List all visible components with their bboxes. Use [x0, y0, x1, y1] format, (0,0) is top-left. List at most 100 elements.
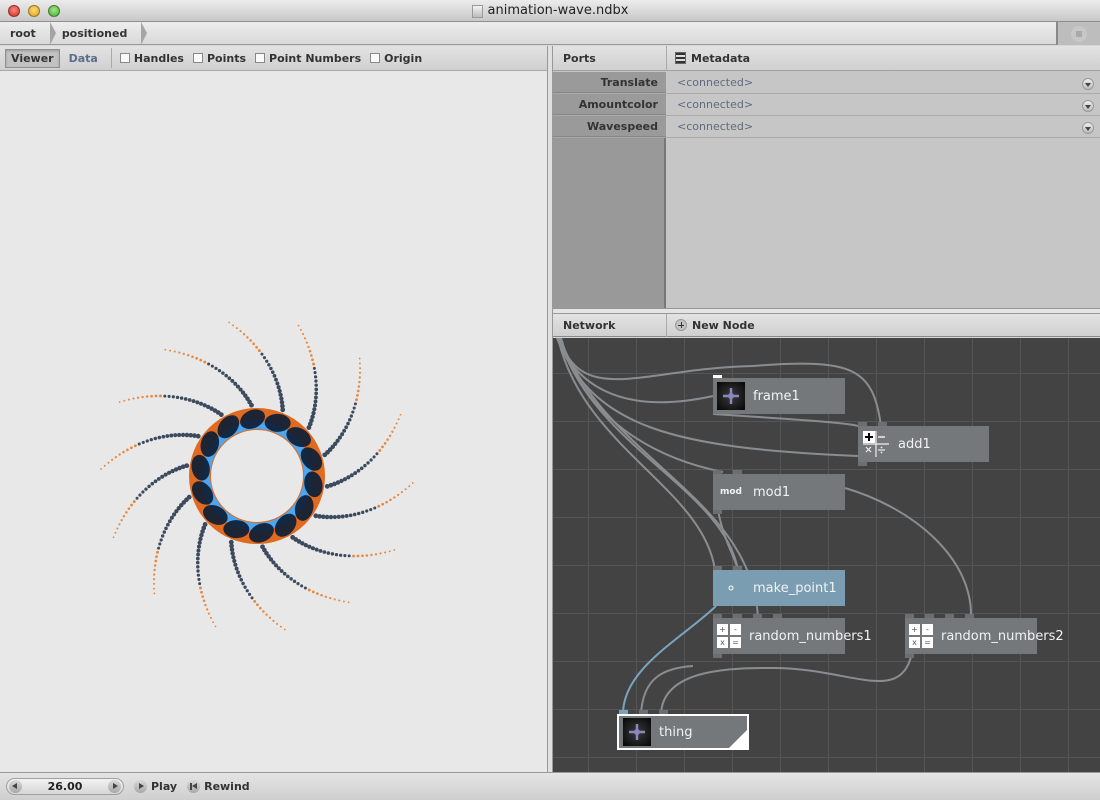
handles-checkbox[interactable]: Handles — [119, 52, 184, 65]
frame-value[interactable]: 26.00 — [48, 780, 83, 793]
port-handle[interactable] — [733, 614, 742, 618]
tail-dot — [210, 364, 214, 368]
node-thing[interactable]: thing — [617, 710, 749, 750]
port-handle[interactable] — [713, 614, 722, 618]
tail-dot — [120, 519, 123, 522]
points-checkbox[interactable]: Points — [192, 52, 246, 65]
tail-dot — [252, 342, 255, 346]
port-handle[interactable] — [713, 566, 722, 570]
tail-dot — [289, 577, 293, 581]
port-handle[interactable] — [965, 614, 974, 618]
port-value-amountcolor[interactable]: <connected> — [666, 94, 1100, 115]
stop-button[interactable] — [1056, 22, 1100, 45]
tail-dot — [275, 381, 280, 386]
port-handle[interactable] — [878, 422, 887, 426]
increment-frame-button[interactable] — [107, 780, 121, 793]
tail-dot — [286, 574, 290, 579]
connection-wire — [557, 338, 716, 571]
network-pane: Network New Node frame1 add1 mod mod1 ma… — [553, 313, 1100, 772]
port-menu-icon[interactable] — [1082, 100, 1094, 112]
port-handle[interactable] — [659, 710, 668, 714]
tail-dot — [118, 401, 121, 403]
tail-dot — [310, 354, 313, 357]
tail-dot — [267, 363, 271, 367]
tail-dot — [156, 550, 159, 554]
port-menu-icon[interactable] — [1082, 122, 1094, 134]
port-handle[interactable] — [925, 614, 934, 618]
ports-tab[interactable]: Ports — [553, 45, 667, 71]
network-tab[interactable]: Network — [553, 313, 667, 337]
tail-dot — [378, 448, 382, 452]
node-frame1[interactable]: frame1 — [713, 375, 845, 414]
close-button[interactable] — [8, 5, 20, 17]
ports-pane: Ports Metadata Translate <connected> Amo… — [553, 45, 1100, 308]
port-handle[interactable] — [713, 470, 722, 474]
connection-wire — [622, 605, 717, 715]
node-mod1[interactable]: mod mod1 — [713, 470, 845, 514]
port-handle[interactable] — [753, 614, 762, 618]
tail-dot — [270, 370, 275, 374]
point-numbers-checkbox[interactable]: Point Numbers — [255, 52, 361, 65]
random-icon: + - x = — [717, 624, 741, 648]
ports-toolbar: Ports Metadata — [553, 45, 1100, 71]
port-menu-icon[interactable] — [1082, 78, 1094, 90]
port-handle[interactable] — [858, 422, 867, 426]
tail-dot — [312, 362, 315, 366]
port-handle[interactable] — [733, 566, 742, 570]
tail-dot — [320, 593, 323, 597]
tail-dot — [206, 608, 209, 611]
node-random-numbers1[interactable]: + - x = random_numbers1 — [713, 614, 872, 658]
origin-checkbox[interactable]: Origin — [370, 52, 422, 65]
output-port[interactable] — [713, 654, 722, 658]
viewer-canvas[interactable] — [0, 72, 547, 772]
breadcrumb: root positioned — [0, 21, 1100, 45]
port-handle[interactable] — [773, 614, 782, 618]
output-port[interactable] — [713, 510, 722, 514]
port-handle[interactable] — [619, 710, 628, 714]
port-handle[interactable] — [905, 614, 914, 618]
rewind-button[interactable]: Rewind — [187, 780, 250, 793]
node-random-numbers2[interactable]: + - x = random_numbers2 — [905, 614, 1064, 658]
tail-dot — [114, 531, 117, 534]
connection-wire — [660, 647, 914, 715]
port-handle[interactable] — [733, 470, 742, 474]
tail-dot — [388, 434, 392, 437]
port-value-wavespeed[interactable]: <connected> — [666, 116, 1100, 137]
node-make-point1[interactable]: make_point1 — [713, 566, 845, 606]
output-port[interactable] — [905, 654, 914, 658]
metadata-button[interactable]: Metadata — [667, 52, 750, 65]
tail-dot — [399, 413, 402, 416]
tail-dot — [155, 555, 158, 559]
tail-dot — [162, 530, 167, 534]
checkbox-label: Point Numbers — [269, 51, 362, 65]
tail-dot — [123, 399, 126, 402]
tail-dot — [169, 515, 174, 520]
frame-stepper[interactable]: 26.00 — [6, 778, 124, 795]
tail-dot — [133, 444, 137, 448]
tail-dot — [157, 546, 161, 550]
tail-dot — [292, 579, 297, 584]
new-node-button[interactable]: New Node — [667, 319, 755, 332]
decrement-frame-button[interactable] — [9, 780, 22, 793]
tail-dot — [201, 595, 204, 598]
port-handle[interactable] — [713, 375, 722, 378]
node-label: add1 — [898, 436, 931, 452]
minimize-button[interactable] — [28, 5, 40, 17]
output-port[interactable] — [858, 462, 867, 466]
node-add1[interactable]: add1 — [858, 422, 989, 466]
zoom-button[interactable] — [48, 5, 60, 17]
play-button[interactable]: Play — [134, 780, 177, 793]
tail-dot — [276, 566, 281, 571]
tab-viewer[interactable]: Viewer — [5, 48, 60, 68]
tail-dot — [130, 503, 133, 507]
tail-dot — [141, 395, 144, 399]
breadcrumb-root[interactable]: root — [0, 21, 56, 45]
network-canvas[interactable]: frame1 add1 mod mod1 make_point1 + - x =… — [553, 338, 1100, 772]
port-handle[interactable] — [639, 710, 648, 714]
tail-dot — [180, 432, 186, 438]
tail-dot — [330, 552, 335, 556]
breadcrumb-positioned[interactable]: positioned — [52, 21, 147, 45]
port-handle[interactable] — [945, 614, 954, 618]
tab-data[interactable]: Data — [64, 50, 103, 67]
port-value-translate[interactable]: <connected> — [666, 72, 1100, 93]
